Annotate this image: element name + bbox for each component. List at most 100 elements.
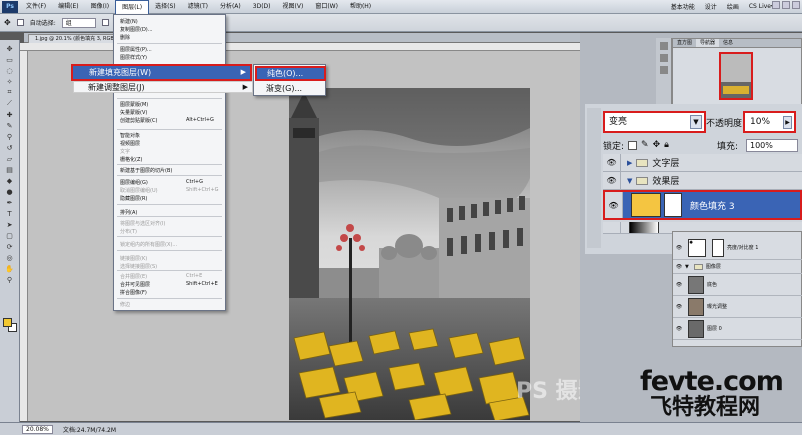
pen-tool-icon[interactable]: ✒	[4, 198, 16, 207]
workspace-design[interactable]: 设计	[705, 2, 717, 11]
move-tool-icon[interactable]: ✥	[4, 44, 16, 53]
visibility-eye-icon[interactable]	[603, 222, 621, 233]
layer-menu-item[interactable]: 合并可见图层	[120, 281, 150, 288]
eyedropper-icon[interactable]: ⟋	[4, 99, 16, 108]
type-tool-icon[interactable]: T	[4, 209, 16, 218]
workspace-paint[interactable]: 绘画	[727, 2, 739, 11]
new-adjustment-layer-item[interactable]: 新建调整图层(J) ▶	[73, 81, 253, 93]
marquee-tool-icon[interactable]: ▭	[4, 55, 16, 64]
lock-move-icon[interactable]: ✥	[653, 140, 661, 150]
shape-tool-icon[interactable]: ▢	[4, 231, 16, 240]
menu-5[interactable]: 滤镜(T)	[182, 0, 214, 14]
gradient-item[interactable]: 渐变(G)...	[266, 83, 302, 94]
maximize-icon[interactable]	[782, 1, 790, 9]
layer-menu-item[interactable]: 视频图层	[120, 140, 140, 147]
layer-menu-item[interactable]: 拼合图像(F)	[120, 289, 147, 296]
document-image[interactable]	[289, 88, 530, 420]
layer-menu-item[interactable]: 复制图层(D)...	[120, 26, 153, 33]
layer-group-effects[interactable]: 👁 ▼ 效果层	[603, 172, 802, 190]
lock-transparency-icon[interactable]	[628, 140, 638, 150]
layer-menu-item[interactable]: 创建剪贴蒙版(C)	[120, 117, 157, 124]
magic-wand-icon[interactable]: ✧	[4, 77, 16, 86]
layer-menu-item[interactable]: 图层编组(G)	[120, 179, 148, 186]
menu-4[interactable]: 选择(S)	[149, 0, 182, 14]
collapse-arrow-icon[interactable]: ▼	[627, 177, 632, 185]
visibility-eye-icon[interactable]: 👁	[673, 264, 685, 270]
menu-10[interactable]: 帮助(H)	[344, 0, 377, 14]
inset-layer-row[interactable]: 👁 曝光调整	[673, 296, 802, 318]
layer-menu-item[interactable]: 智能对象	[120, 132, 140, 139]
tab-info[interactable]: 信息	[719, 39, 737, 47]
visibility-eye-icon[interactable]: 👁	[603, 154, 621, 171]
menu-0[interactable]: 文件(F)	[20, 0, 52, 14]
solid-color-item[interactable]: 纯色(O)...	[255, 66, 326, 81]
menu-6[interactable]: 分析(A)	[214, 0, 247, 14]
brush-tool-icon[interactable]: ✎	[4, 121, 16, 130]
dodge-tool-icon[interactable]: ●	[4, 187, 16, 196]
layer-menu-item[interactable]: 新建(N)	[120, 18, 138, 25]
history-brush-icon[interactable]: ↺	[4, 143, 16, 152]
blur-tool-icon[interactable]: ◆	[4, 176, 16, 185]
layer-menu-item[interactable]: 图层样式(Y)	[120, 54, 147, 61]
gradient-tool-icon[interactable]: ▤	[4, 165, 16, 174]
visibility-eye-icon[interactable]: 👁	[605, 192, 623, 218]
layer-group-text[interactable]: 👁 ▶ 文字层	[603, 154, 802, 172]
menu-8[interactable]: 视图(V)	[277, 0, 310, 14]
path-select-icon[interactable]: ➤	[4, 220, 16, 229]
layer-menu-item[interactable]: 矢量蒙版(V)	[120, 109, 147, 116]
layer-menu-item[interactable]: 删除	[120, 34, 130, 41]
visibility-eye-icon[interactable]: 👁	[673, 245, 685, 251]
close-icon[interactable]	[792, 1, 800, 9]
transform-controls-checkbox[interactable]	[101, 19, 109, 26]
zoom-level[interactable]: 20.08%	[22, 424, 53, 434]
menu-7[interactable]: 3D(D)	[247, 0, 277, 14]
menu-9[interactable]: 窗口(W)	[309, 0, 344, 14]
menu-2[interactable]: 图像(I)	[85, 0, 115, 14]
visibility-eye-icon[interactable]: 👁	[673, 326, 685, 332]
layer-menu-item[interactable]: 图层蒙版(M)	[120, 101, 148, 108]
expand-arrow-icon[interactable]: ▶	[627, 159, 632, 167]
lock-all-icon[interactable]: 🔒︎	[664, 140, 669, 150]
cs-live-button[interactable]: CS Live▾	[749, 3, 774, 10]
clone-stamp-icon[interactable]: ⚲	[4, 132, 16, 141]
navigator-thumbnail[interactable]	[719, 52, 753, 100]
layer-menu-item[interactable]: 栅格化(Z)	[120, 156, 142, 163]
layer-menu-item[interactable]: 新建基于图层的切片(B)	[120, 167, 172, 174]
healing-brush-icon[interactable]: ✚	[4, 110, 16, 119]
minimize-icon[interactable]	[772, 1, 780, 9]
menu-3[interactable]: 图层(L)	[115, 0, 150, 14]
visibility-eye-icon[interactable]: 👁	[603, 172, 621, 189]
opacity-field[interactable]: 10% ▶	[743, 111, 796, 133]
lasso-tool-icon[interactable]: ◌	[4, 66, 16, 75]
inset-layer-row[interactable]: 👁 ▼ 图像层	[673, 260, 802, 274]
auto-select-dropdown[interactable]: 组	[61, 17, 96, 28]
workspace-basic[interactable]: 基本功能	[671, 2, 695, 11]
layer-color-fill[interactable]: 👁 颜色填充 3	[603, 190, 802, 220]
hand-tool-icon[interactable]: ✋	[4, 264, 16, 273]
zoom-tool-icon[interactable]: ⚲	[4, 275, 16, 284]
panel-icon[interactable]	[659, 42, 668, 50]
panel-icon[interactable]	[659, 54, 668, 62]
panel-icon[interactable]	[659, 66, 668, 74]
tab-navigator[interactable]: 导航器	[696, 39, 720, 47]
visibility-eye-icon[interactable]: 👁	[673, 282, 685, 288]
foreground-color-swatch[interactable]	[3, 318, 12, 327]
new-fill-layer-item[interactable]: 新建填充图层(W) ▶	[71, 64, 252, 81]
layer-menu-item[interactable]: 隐藏图层(R)	[120, 195, 147, 202]
inset-layer-row[interactable]: 👁 图层 0	[673, 318, 802, 340]
collapse-arrow-icon[interactable]: ▼	[685, 264, 689, 270]
visibility-eye-icon[interactable]: 👁	[673, 304, 685, 310]
layer-menu-item[interactable]: 图层属性(P)...	[120, 46, 152, 53]
fill-field[interactable]: 100%	[746, 138, 798, 152]
3d-rotate-icon[interactable]: ⟳	[4, 242, 16, 251]
eraser-icon[interactable]: ▱	[4, 154, 16, 163]
blend-mode-dropdown[interactable]: 变亮 ▼	[603, 111, 706, 133]
auto-select-checkbox[interactable]	[16, 19, 24, 26]
layer-menu-item[interactable]: 排列(A)	[120, 209, 137, 216]
inset-layer-row[interactable]: 👁 底色	[673, 274, 802, 296]
inset-layer-row[interactable]: 👁 ✹ 亮度/对比度 1	[673, 236, 802, 260]
crop-tool-icon[interactable]: ⌗	[4, 88, 16, 97]
lock-paint-icon[interactable]: ✎	[641, 140, 649, 150]
3d-camera-icon[interactable]: ◎	[4, 253, 16, 262]
menu-1[interactable]: 编辑(E)	[52, 0, 84, 14]
